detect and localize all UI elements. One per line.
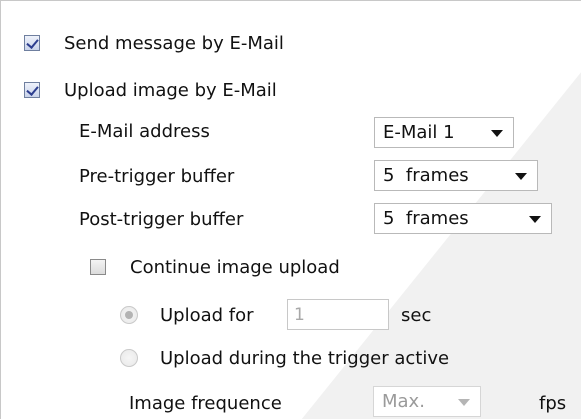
upload-for-unit: sec: [401, 304, 432, 326]
upload-for-radio[interactable]: [120, 306, 138, 324]
upload-for-seconds-input[interactable]: 1: [287, 299, 389, 330]
chevron-down-icon: [515, 173, 527, 180]
upload-for-seconds-value: 1: [294, 304, 305, 325]
continue-upload-checkbox[interactable]: [90, 259, 106, 275]
upload-image-label: Upload image by E-Mail: [64, 79, 277, 101]
post-trigger-value: 5 frames: [383, 208, 469, 229]
email-upload-panel: Send message by E-Mail Upload image by E…: [0, 0, 581, 419]
email-address-select[interactable]: E-Mail 1: [374, 117, 514, 148]
email-address-row: E-Mail address: [79, 116, 210, 146]
chevron-down-icon: [458, 399, 470, 406]
upload-during-radio[interactable]: [120, 349, 138, 367]
pre-trigger-row: Pre-trigger buffer: [79, 161, 234, 191]
upload-during-row[interactable]: Upload during the trigger active: [120, 343, 449, 373]
pre-trigger-select[interactable]: 5 frames: [374, 160, 538, 191]
upload-for-row[interactable]: Upload for: [120, 300, 254, 330]
continue-upload-row[interactable]: Continue image upload: [90, 252, 340, 282]
send-message-checkbox[interactable]: [24, 35, 40, 51]
upload-for-label: Upload for: [160, 304, 254, 326]
post-trigger-label: Post-trigger buffer: [79, 208, 244, 230]
chevron-down-icon: [529, 216, 541, 223]
pre-trigger-value: 5 frames: [383, 165, 469, 186]
email-address-value: E-Mail 1: [383, 122, 455, 143]
image-frequence-label: Image frequence: [129, 392, 282, 414]
continue-upload-label: Continue image upload: [130, 256, 340, 278]
image-frequence-unit-row: fps: [539, 388, 566, 418]
post-trigger-row: Post-trigger buffer: [79, 204, 243, 234]
image-frequence-unit: fps: [539, 392, 567, 414]
pre-trigger-label: Pre-trigger buffer: [79, 165, 235, 187]
upload-image-checkbox[interactable]: [24, 82, 40, 98]
image-frequence-select[interactable]: Max.: [373, 386, 481, 417]
upload-image-row[interactable]: Upload image by E-Mail: [24, 75, 277, 105]
post-trigger-select[interactable]: 5 frames: [374, 203, 552, 234]
image-frequence-row: Image frequence: [129, 388, 282, 418]
upload-for-unit-row: sec: [401, 300, 431, 330]
upload-during-label: Upload during the trigger active: [160, 347, 450, 369]
send-message-row[interactable]: Send message by E-Mail: [24, 28, 284, 58]
send-message-label: Send message by E-Mail: [64, 32, 284, 54]
image-frequence-value: Max.: [382, 391, 425, 412]
email-address-label: E-Mail address: [79, 120, 210, 142]
chevron-down-icon: [491, 130, 503, 137]
